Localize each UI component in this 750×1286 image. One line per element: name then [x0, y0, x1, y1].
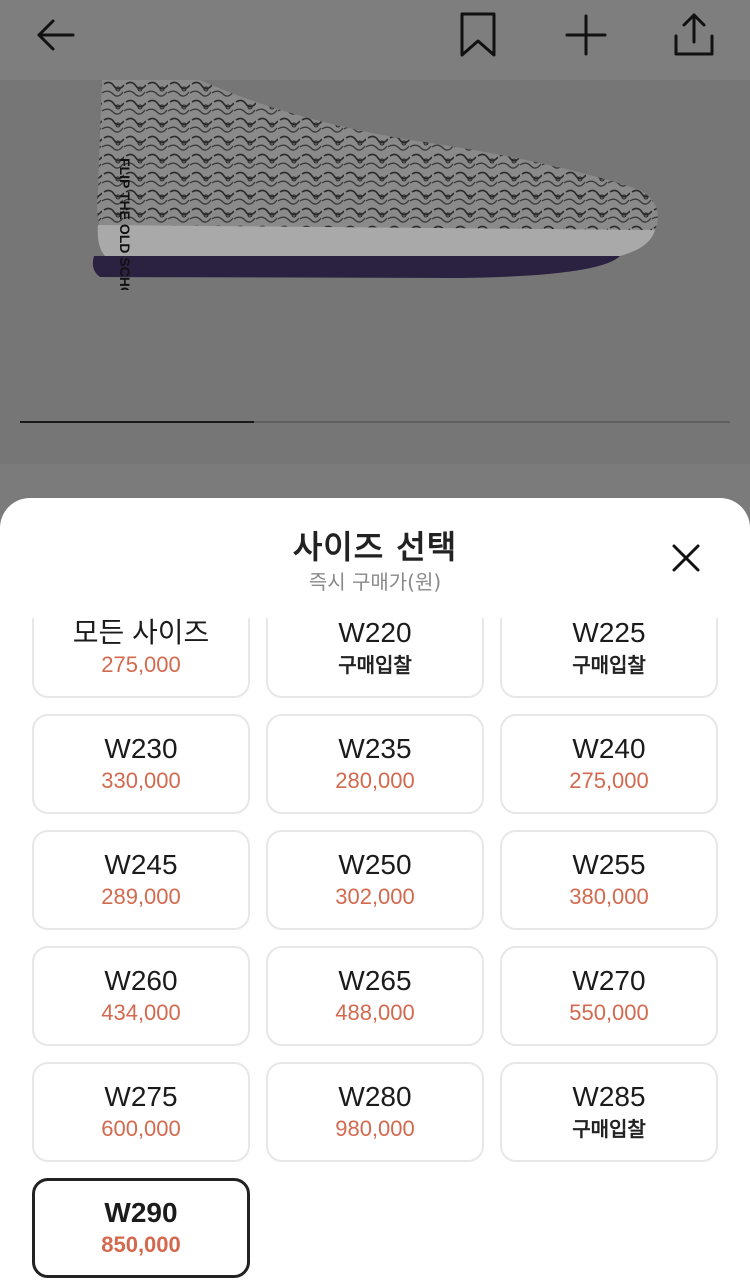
sheet-title: 사이즈 선택: [292, 528, 458, 566]
size-label: W285: [572, 1081, 646, 1112]
close-button[interactable]: [666, 538, 706, 578]
sheet-subtitle: 즉시 구매가(원): [308, 570, 442, 594]
size-price: 434,000: [101, 1000, 181, 1025]
share-button[interactable]: [669, 10, 719, 60]
share-icon: [674, 13, 714, 56]
size-label: W275: [104, 1081, 178, 1112]
size-price: 488,000: [335, 1000, 415, 1025]
close-icon: [672, 544, 700, 572]
size-option[interactable]: W270 550,000: [500, 946, 718, 1046]
product-sneaker-image: FLIP THE OLD SCHOOL: [92, 80, 658, 290]
add-button[interactable]: [561, 10, 611, 60]
size-label: W270: [572, 965, 646, 996]
size-label: W235: [338, 733, 412, 764]
size-label: W220: [338, 618, 412, 648]
size-option[interactable]: W260 434,000: [32, 946, 250, 1046]
size-selection-sheet: 사이즈 선택 즉시 구매가(원) 모든 사이즈 275,000 W220 구매입찰 W2…: [0, 498, 750, 1286]
size-option[interactable]: W250 302,000: [266, 830, 484, 930]
size-label: W240: [572, 733, 646, 764]
size-label: 모든 사이즈: [72, 618, 210, 648]
size-label: W230: [104, 733, 178, 764]
size-price: 550,000: [569, 1000, 649, 1025]
bid-label: 구매입찰: [572, 1117, 646, 1141]
bookmark-icon: [460, 12, 496, 57]
product-image-gallery[interactable]: FLIP THE OLD SCHOOL: [0, 80, 750, 464]
size-option[interactable]: W230 330,000: [32, 714, 250, 814]
size-price: 289,000: [101, 884, 181, 909]
size-label: W245: [104, 849, 178, 880]
size-option[interactable]: W285 구매입찰: [500, 1062, 718, 1162]
gallery-progress-indicator: [20, 421, 255, 423]
size-grid-viewport[interactable]: 모든 사이즈 275,000 W220 구매입찰 W225 구매입찰 W230 330,000…: [0, 618, 750, 1286]
size-price: 275,000: [101, 652, 181, 677]
size-label: W225: [572, 618, 646, 648]
size-option[interactable]: W280 980,000: [266, 1062, 484, 1162]
size-option[interactable]: W255 380,000: [500, 830, 718, 930]
size-option[interactable]: W290 850,000: [32, 1178, 250, 1278]
size-option[interactable]: W235 280,000: [266, 714, 484, 814]
size-label: W255: [572, 849, 646, 880]
size-label: W265: [338, 965, 412, 996]
bid-label: 구매입찰: [338, 653, 412, 677]
size-option[interactable]: W265 488,000: [266, 946, 484, 1046]
size-label: W290: [104, 1197, 178, 1228]
size-label: W260: [104, 965, 178, 996]
size-price: 302,000: [335, 884, 415, 909]
size-grid: 모든 사이즈 275,000 W220 구매입찰 W225 구매입찰 W230 330,000…: [32, 618, 718, 1278]
size-option[interactable]: W220 구매입찰: [266, 618, 484, 698]
bookmark-button[interactable]: [453, 10, 503, 60]
bid-label: 구매입찰: [572, 653, 646, 677]
size-label: W280: [338, 1081, 412, 1112]
gallery-progress-track: [20, 421, 730, 423]
size-option[interactable]: W245 289,000: [32, 830, 250, 930]
size-price: 980,000: [335, 1116, 415, 1141]
size-price: 280,000: [335, 768, 415, 793]
top-navigation-bar: [0, 0, 750, 80]
size-price: 600,000: [101, 1116, 181, 1141]
size-price: 330,000: [101, 768, 181, 793]
svg-text:FLIP THE OLD SCHOOL: FLIP THE OLD SCHOOL: [117, 158, 133, 290]
size-label: W250: [338, 849, 412, 880]
plus-icon: [565, 14, 607, 56]
size-price: 380,000: [569, 884, 649, 909]
size-option[interactable]: W225 구매입찰: [500, 618, 718, 698]
size-option[interactable]: 모든 사이즈 275,000: [32, 618, 250, 698]
back-button[interactable]: [30, 10, 80, 60]
arrow-left-icon: [37, 19, 75, 51]
size-option[interactable]: W240 275,000: [500, 714, 718, 814]
size-option[interactable]: W275 600,000: [32, 1062, 250, 1162]
size-price: 275,000: [569, 768, 649, 793]
size-price: 850,000: [101, 1232, 181, 1257]
